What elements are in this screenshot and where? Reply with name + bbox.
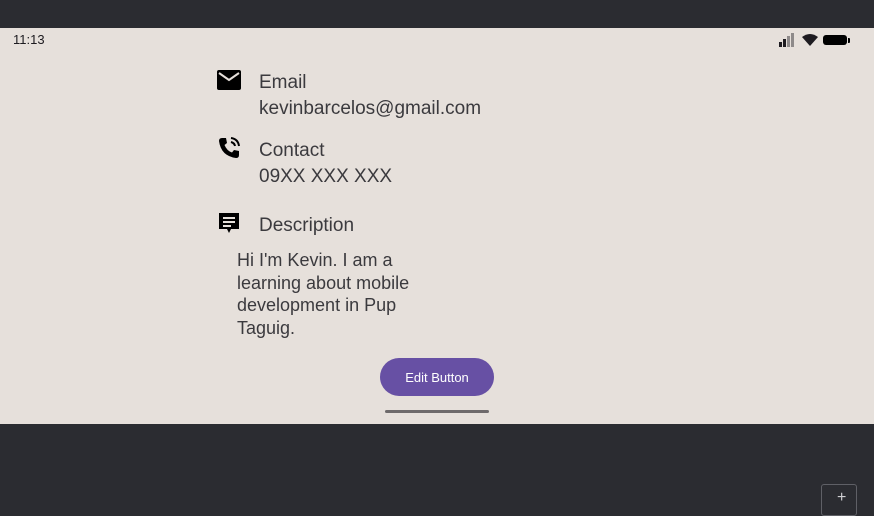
chat-description-icon [219,213,239,233]
battery-icon [823,35,847,45]
app-screen: 11:13 Email kevinbarcelos@gmail.com Cont… [0,28,874,424]
contact-label: Contact [259,140,325,161]
top-frame-bar [0,0,874,28]
status-time: 11:13 [13,32,45,47]
wifi-icon [802,34,818,46]
description-text: Hi I'm Kevin. I am a learning about mobi… [237,250,410,338]
contact-value: 09XX XXX XXX [259,166,393,187]
battery-tip [848,38,850,43]
home-indicator[interactable] [385,410,489,413]
email-label: Email [259,72,307,93]
bottom-frame-bar [0,424,874,501]
email-value: kevinbarcelos@gmail.com [259,98,482,119]
description-label: Description [259,215,355,236]
corner-add-button[interactable]: + [821,484,857,516]
status-icons [779,33,851,47]
edit-button[interactable]: Edit Button [380,358,494,396]
phone-in-talk-icon [219,137,240,158]
plus-icon: + [837,489,847,506]
mail-icon [217,70,241,90]
